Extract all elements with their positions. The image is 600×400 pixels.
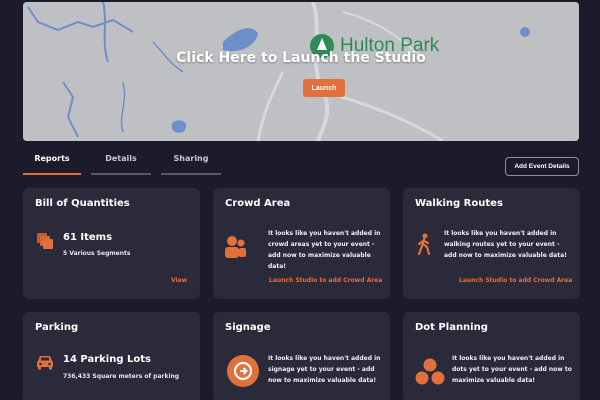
- empty-state-message: It looks like you haven't added in dots …: [452, 355, 572, 384]
- card-parking: Parking 14 Parking Lots 736,433 Square m…: [23, 312, 200, 400]
- card-title: Walking Routes: [415, 198, 503, 209]
- tab-reports[interactable]: Reports: [23, 154, 81, 175]
- map-background: [23, 2, 579, 141]
- map-hero[interactable]: Hulton Park Click Here to Launch the Stu…: [23, 2, 579, 141]
- launch-studio-link[interactable]: Launch Studio to add Crowd Area: [459, 277, 572, 284]
- walking-person-icon: [417, 233, 431, 255]
- card-bill-of-quantities: Bill of Quantities 61 Items 5 Various Se…: [23, 188, 200, 299]
- card-signage: Signage It looks like you haven't added …: [213, 312, 390, 400]
- launch-studio-link[interactable]: Launch Studio to add Crowd Area: [269, 277, 382, 284]
- item-count: 61 Items: [63, 232, 113, 243]
- tab-details[interactable]: Details: [91, 154, 151, 175]
- card-title: Crowd Area: [225, 198, 291, 209]
- add-event-details-button[interactable]: Add Event Details: [505, 157, 579, 176]
- segment-count: 5 Various Segments: [63, 250, 131, 257]
- layers-icon: [37, 233, 53, 249]
- dots-icon: [415, 358, 445, 385]
- card-title: Signage: [225, 322, 271, 333]
- card-title: Dot Planning: [415, 322, 488, 333]
- tab-bar: Reports Details Sharing: [23, 154, 221, 175]
- parking-area: 736,433 Square meters of parking: [63, 373, 180, 380]
- card-dot-planning: Dot Planning It looks like you haven't a…: [403, 312, 580, 400]
- view-link[interactable]: View: [171, 277, 187, 284]
- empty-state-message: It looks like you haven't added in crowd…: [268, 230, 381, 270]
- empty-state-message: It looks like you haven't added in walki…: [444, 230, 567, 259]
- car-icon: [37, 356, 53, 370]
- empty-state-message: It looks like you haven't added in signa…: [268, 355, 381, 384]
- card-title: Bill of Quantities: [35, 198, 130, 209]
- sign-icon: [227, 355, 259, 387]
- people-icon: [225, 236, 246, 258]
- card-crowd-area: Crowd Area It looks like you haven't add…: [213, 188, 390, 299]
- parking-lot-count: 14 Parking Lots: [63, 354, 151, 365]
- card-walking-routes: Walking Routes It looks like you haven't…: [403, 188, 580, 299]
- tab-sharing[interactable]: Sharing: [161, 154, 221, 175]
- launch-button[interactable]: Launch: [303, 79, 345, 97]
- card-title: Parking: [35, 322, 79, 333]
- launch-studio-title[interactable]: Click Here to Launch the Studio: [23, 50, 579, 66]
